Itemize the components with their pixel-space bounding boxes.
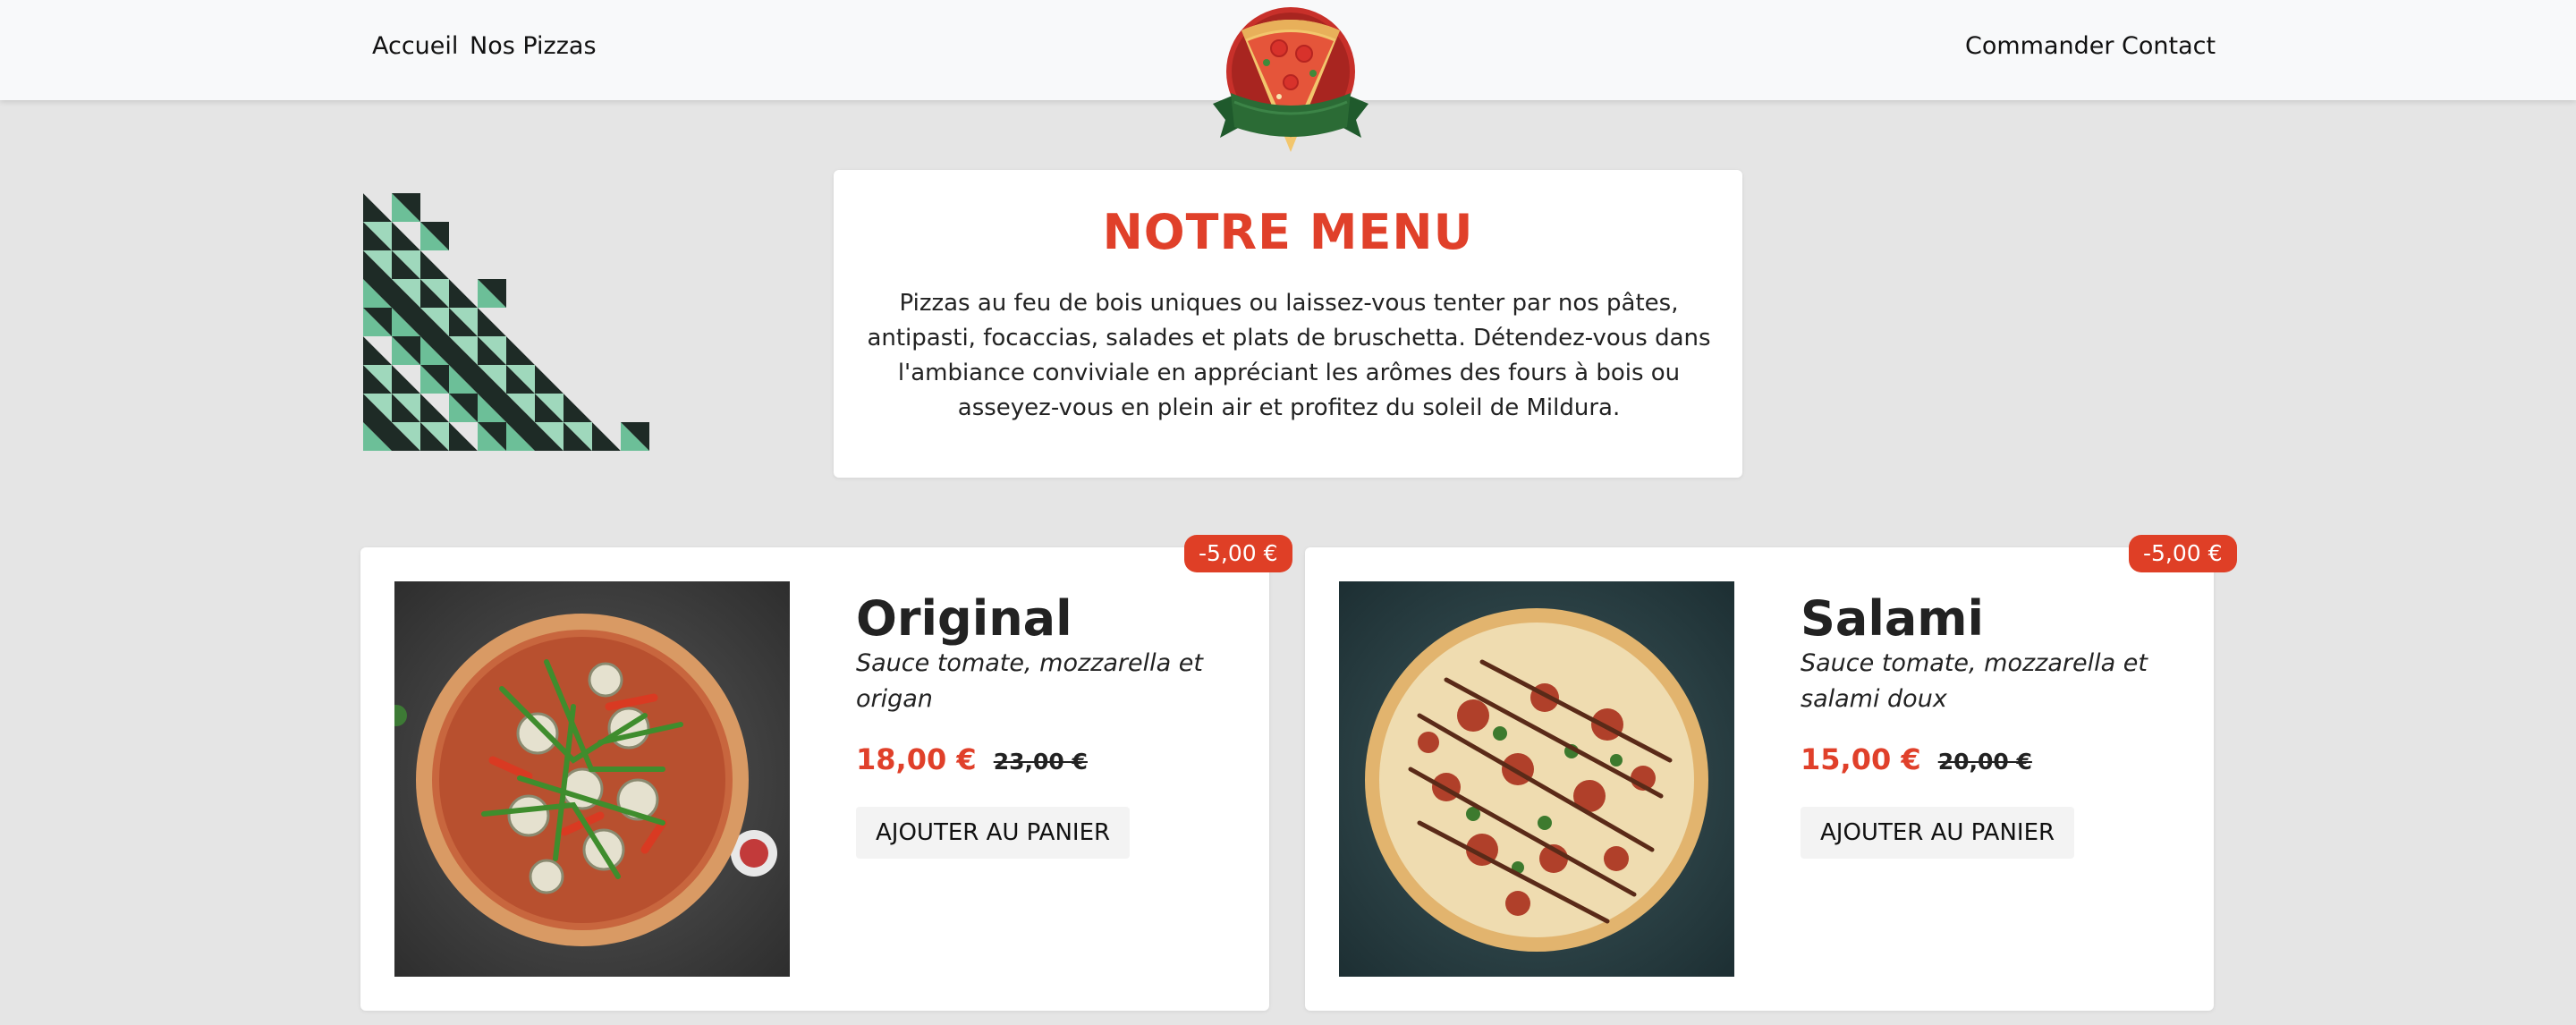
price-row: 18,00 € 23,00 €: [856, 742, 1088, 776]
nav-link-accueil[interactable]: Accueil: [372, 32, 458, 60]
nav-link-nos-pizzas[interactable]: Nos Pizzas: [470, 32, 597, 60]
decorative-triangle-pattern: [363, 181, 658, 472]
page-title: NOTRE MENU: [1102, 204, 1474, 260]
pizza-logo-icon[interactable]: [1208, 4, 1374, 161]
intro-card: NOTRE MENU Pizzas au feu de bois uniques…: [834, 170, 1742, 478]
nav-link-commander[interactable]: Commander: [1965, 32, 2114, 60]
product-title: Salami: [1801, 590, 1985, 647]
product-image-salami: [1339, 581, 1734, 977]
product-card-salami: Salami Sauce tomate, mozzarella et salam…: [1305, 547, 2214, 1011]
product-old-price: 20,00 €: [1937, 749, 2032, 775]
product-description: Sauce tomate, mozzarella et salami doux: [1801, 649, 2148, 713]
product-price: 18,00 €: [856, 742, 977, 776]
price-row: 15,00 € 20,00 €: [1801, 742, 2032, 776]
product-title: Original: [856, 590, 1072, 647]
discount-badge: -5,00 €: [1184, 535, 1292, 572]
add-to-cart-button[interactable]: AJOUTER AU PANIER: [1801, 807, 2075, 859]
product-price: 15,00 €: [1801, 742, 1921, 776]
nav-link-contact[interactable]: Contact: [2122, 32, 2216, 60]
product-description: Sauce tomate, mozzarella et origan: [856, 649, 1203, 713]
discount-badge: -5,00 €: [2129, 535, 2237, 572]
product-old-price: 23,00 €: [993, 749, 1088, 775]
add-to-cart-button[interactable]: AJOUTER AU PANIER: [856, 807, 1131, 859]
intro-description: Pizzas au feu de bois uniques ou laissez…: [867, 290, 1711, 421]
product-image-original: [394, 581, 790, 977]
product-card-original: Original Sauce tomate, mozzarella et ori…: [360, 547, 1269, 1011]
